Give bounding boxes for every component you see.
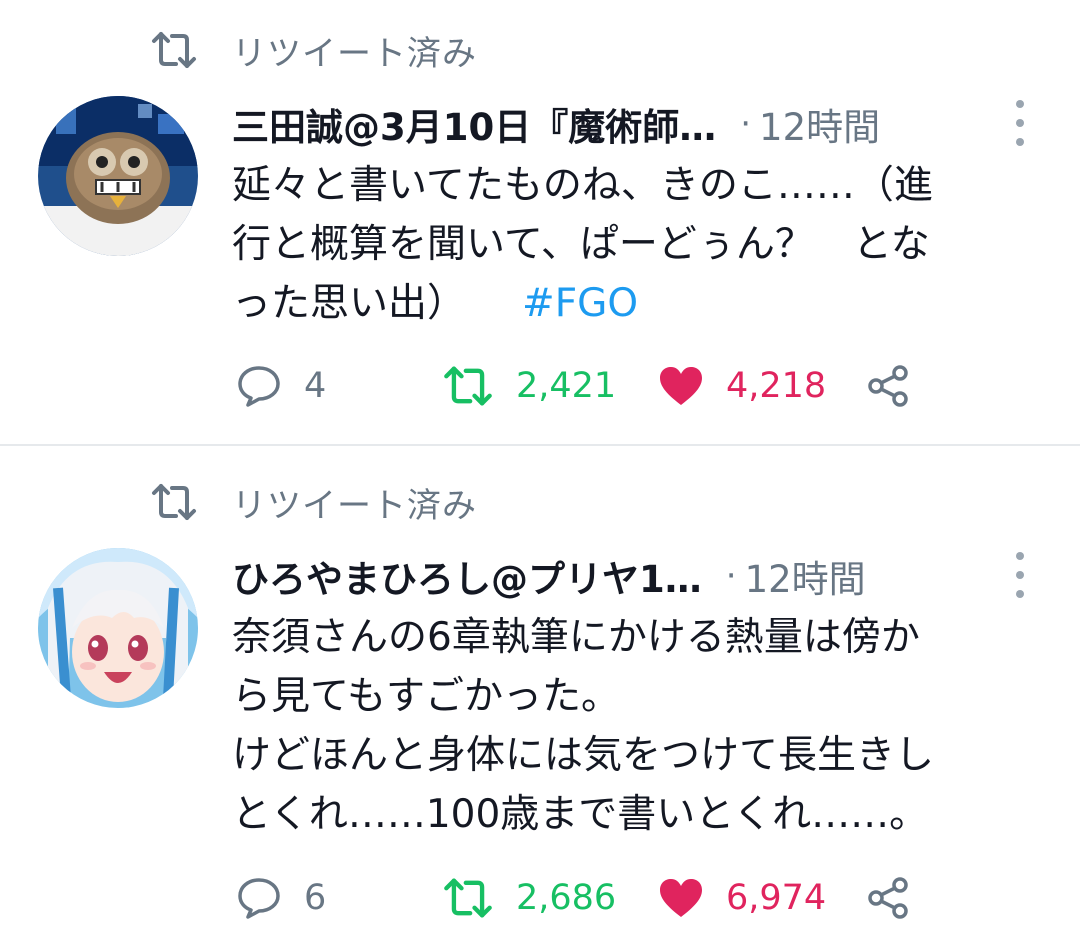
tweet-text-line: った思い出） #FGO (232, 281, 639, 326)
share-icon (868, 365, 908, 407)
tweet-actions: 4 2,421 4,218 (0, 362, 1080, 410)
display-name[interactable]: ひろやまひろし@プリヤ1… (232, 549, 702, 603)
tweet-text-line: けどほんと身体には気をつけて長生きし (232, 733, 935, 778)
like-button[interactable]: 4,218 (658, 362, 826, 410)
separator-dot: · (725, 556, 737, 596)
tweet-header: ひろやまひろし@プリヤ1… · 12時間 (232, 548, 1022, 604)
tweet-text-line: 奈須さんの6章執筆にかける熱量は傍か (232, 615, 920, 660)
separator-dot: · (740, 104, 752, 144)
retweeted-label: リツイート済み (232, 485, 477, 526)
like-count: 4,218 (726, 366, 827, 406)
share-button[interactable] (866, 874, 912, 922)
tweet-actions: 6 2,686 6,974 (0, 874, 1080, 922)
reply-count: 4 (304, 366, 327, 406)
retweet-icon (444, 878, 492, 918)
owl-avatar-image (38, 96, 198, 256)
more-options-button[interactable] (1005, 100, 1035, 146)
reply-button[interactable]: 6 (236, 874, 326, 922)
hashtag-link[interactable]: #FGO (522, 281, 638, 326)
anime-girl-avatar-image (38, 548, 198, 708)
tweet-text: 奈須さんの6章執筆にかける熱量は傍か ら見てもすごかった。 けどほんと身体には気… (232, 608, 1052, 844)
more-options-button[interactable] (1005, 552, 1035, 598)
timestamp[interactable]: 12時間 (745, 549, 866, 603)
share-button[interactable] (866, 362, 912, 410)
tweet-text: 延々と書いてたものね、きのこ……（進 行と概算を聞いて、ぱーどぅん？ とな った… (232, 156, 1052, 333)
avatar[interactable] (38, 96, 198, 256)
avatar[interactable] (38, 548, 198, 708)
speech-bubble-icon (238, 366, 280, 407)
tweet-text-line: とくれ……100歳まで書いとくれ……。 (232, 792, 929, 837)
retweeted-label: リツイート済み (232, 33, 477, 74)
retweet-count: 2,421 (516, 366, 617, 406)
retweet-icon (152, 484, 196, 520)
retweet-button[interactable]: 2,686 (442, 874, 616, 922)
tweet-text-line: 延々と書いてたものね、きのこ……（進 (232, 163, 933, 208)
tweet-text-line: 行と概算を聞いて、ぱーどぅん？ とな (232, 222, 930, 267)
speech-bubble-icon (238, 878, 280, 919)
retweet-icon (444, 366, 492, 406)
tweet-card[interactable]: リツイート済み ひろやまひろし@プリヤ1… · 12時間 奈須さんの6章執筆にか… (0, 446, 1080, 944)
heart-icon (660, 367, 702, 405)
vertical-dots-icon (1016, 552, 1024, 560)
display-name[interactable]: 三田誠@3月10日『魔術師… (232, 97, 716, 151)
reply-button[interactable]: 4 (236, 362, 326, 410)
reply-count: 6 (304, 878, 327, 918)
retweet-button[interactable]: 2,421 (442, 362, 616, 410)
retweeted-indicator: リツイート済み (150, 480, 477, 526)
like-button[interactable]: 6,974 (658, 874, 826, 922)
heart-icon (660, 879, 702, 917)
tweet-card[interactable]: リツイート済み 三田誠@3月10日『魔術師… · 12時間 延々と書いてたものね… (0, 0, 1080, 444)
timestamp[interactable]: 12時間 (759, 97, 880, 151)
retweet-count: 2,686 (516, 878, 617, 918)
retweet-icon (152, 32, 196, 68)
tweet-header: 三田誠@3月10日『魔術師… · 12時間 (232, 96, 1022, 152)
vertical-dots-icon (1016, 100, 1024, 108)
retweeted-indicator: リツイート済み (150, 28, 477, 74)
tweet-text-line: ら見てもすごかった。 (232, 674, 621, 719)
like-count: 6,974 (726, 878, 827, 918)
share-icon (868, 877, 908, 919)
